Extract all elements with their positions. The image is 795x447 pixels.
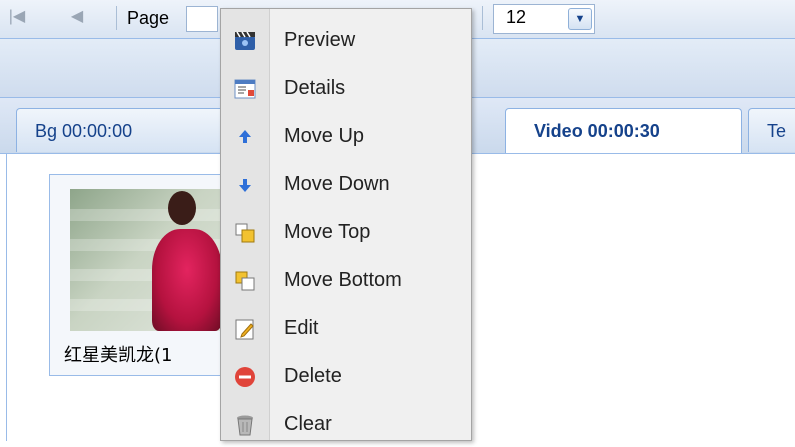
- menu-item-label: Preview: [284, 29, 356, 51]
- tab-video[interactable]: Video 00:00:30: [505, 108, 742, 153]
- menu-item-move-bottom[interactable]: Move Bottom: [221, 259, 473, 303]
- tab-text[interactable]: Te: [748, 108, 795, 152]
- menu-item-label: Move Up: [284, 125, 365, 147]
- prev-page-icon[interactable]: ◀: [66, 6, 88, 28]
- menu-item-label: Delete: [284, 365, 342, 387]
- figure-dress: [152, 229, 222, 331]
- details-icon: [233, 77, 257, 101]
- menu-item-edit[interactable]: Edit: [221, 307, 473, 351]
- first-page-icon[interactable]: |◀: [6, 6, 28, 28]
- menu-item-label: Clear: [284, 413, 332, 435]
- delete-icon: [233, 365, 257, 389]
- preview-icon: [233, 29, 257, 53]
- menu-item-move-down[interactable]: Move Down: [221, 163, 473, 207]
- menu-item-label: Move Top: [284, 221, 371, 243]
- clear-icon: [233, 413, 257, 437]
- menu-item-label: Move Down: [284, 173, 390, 195]
- menu-item-label: Edit: [284, 317, 319, 339]
- move-up-icon: [233, 125, 257, 149]
- page-size-select[interactable]: 12 ▼: [493, 4, 595, 34]
- menu-item-move-up[interactable]: Move Up: [221, 115, 473, 159]
- tab-bg[interactable]: Bg 00:00:00: [16, 108, 226, 152]
- chevron-down-icon[interactable]: ▼: [568, 8, 592, 30]
- page-label: Page: [127, 8, 170, 28]
- toolbar-separator: [482, 6, 483, 30]
- menu-item-move-top[interactable]: Move Top: [221, 211, 473, 255]
- move-bottom-icon: [233, 269, 257, 293]
- move-top-icon: [233, 221, 257, 245]
- thumbnail-caption: 红星美凯龙(1: [64, 345, 173, 366]
- edit-icon: [233, 317, 257, 341]
- menu-item-preview[interactable]: Preview: [221, 19, 473, 63]
- page-size-value: 12: [506, 7, 527, 27]
- menu-item-delete[interactable]: Delete: [221, 355, 473, 399]
- page-number-input[interactable]: [186, 6, 218, 32]
- figure-head: [168, 191, 196, 225]
- menu-item-clear[interactable]: Clear: [221, 403, 473, 447]
- menu-item-label: Details: [284, 77, 346, 99]
- menu-item-label: Move Bottom: [284, 269, 402, 291]
- context-menu: Preview Details Move Up Move Down Move T…: [220, 8, 472, 441]
- menu-item-details[interactable]: Details: [221, 67, 473, 111]
- toolbar-separator: [116, 6, 117, 30]
- move-down-icon: [233, 173, 257, 197]
